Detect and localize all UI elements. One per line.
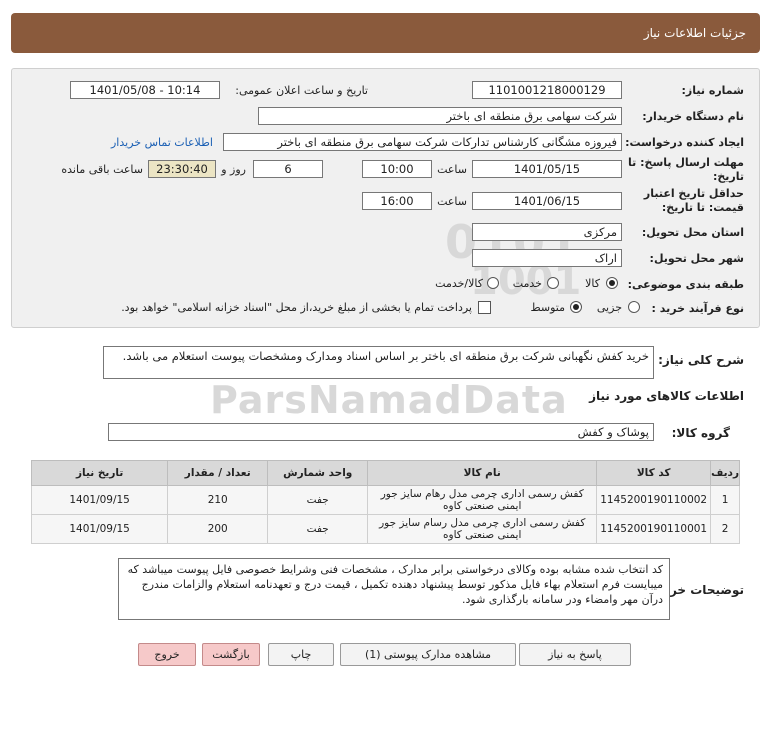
need-number-label: شماره نیاز: — [681, 84, 744, 97]
col-quantity: تعداد / مقدار — [167, 460, 269, 486]
treasury-note: پرداخت تمام یا بخشی از مبلغ خرید،از محل … — [121, 301, 472, 314]
category-radio-goods[interactable] — [606, 277, 618, 289]
col-code: کد کالا — [596, 460, 712, 486]
deadline-label: مهلت ارسال پاسخ: تا — [628, 156, 744, 169]
goods-table: ردیف کد کالا نام کالا واحد شمارش تعداد /… — [30, 460, 740, 544]
deadline-date-field[interactable]: 1401/05/15 — [472, 160, 622, 178]
buyer-contact-link[interactable]: اطلاعات تماس خریدار — [111, 136, 213, 149]
cell-need-date: 1401/09/15 — [30, 485, 169, 515]
requester-field[interactable]: فیروزه مشگانی کارشناس تدارکات شرکت سهامی… — [223, 133, 622, 151]
need-number-field[interactable]: 1101001218000129 — [472, 81, 622, 99]
validity-time-label: ساعت — [437, 195, 467, 208]
category-option-service: خدمت — [512, 277, 542, 290]
process-radio-medium[interactable] — [570, 301, 582, 313]
days-field[interactable]: 6 — [253, 160, 323, 178]
goods-section-title: اطلاعات کالاهای مورد نیاز — [589, 389, 744, 403]
validity-label-date: قیمت: تا تاریخ: — [661, 201, 744, 214]
validity-label: حداقل تاریخ اعتبار — [643, 187, 744, 200]
category-option-goods-service: کالا/خدمت — [435, 277, 483, 290]
buyer-notes-field[interactable]: کد انتخاب شده مشابه بوده وکالای درخواستی… — [118, 558, 670, 620]
buyer-org-label: نام دستگاه خریدار: — [642, 110, 744, 123]
days-label: روز و — [221, 163, 246, 176]
category-radio-goods-service[interactable] — [487, 277, 499, 289]
goods-group-label: گروه کالا: — [671, 426, 730, 440]
view-attachments-button[interactable]: مشاهده مدارک پیوستی (1) — [340, 643, 516, 666]
table-row: 1 1145200190110002 کفش رسمی اداری چرمی م… — [30, 485, 740, 515]
process-option-medium: متوسط — [530, 301, 565, 314]
process-radio-minor[interactable] — [628, 301, 640, 313]
col-need-date: تاریخ نیاز — [30, 460, 169, 486]
city-field[interactable]: اراک — [472, 249, 622, 267]
exit-button[interactable]: خروج — [138, 643, 196, 666]
cell-code: 1145200190110001 — [596, 514, 712, 544]
category-option-goods: کالا — [585, 277, 600, 290]
table-row: 2 1145200190110001 کفش رسمی اداری چرمی م… — [30, 514, 740, 544]
remaining-time-field: 23:30:40 — [148, 160, 216, 178]
province-field[interactable]: مرکزی — [472, 223, 622, 241]
goods-group-field[interactable]: پوشاک و کفش — [108, 423, 654, 441]
announce-label: تاریخ و ساعت اعلان عمومی: — [235, 84, 368, 97]
cell-need-date: 1401/09/15 — [30, 514, 169, 544]
process-label: نوع فرآیند خرید : — [651, 302, 744, 315]
city-label: شهر محل تحویل: — [649, 252, 744, 265]
page-header: جزئیات اطلاعات نیاز — [11, 13, 760, 53]
deadline-label-date: تاریخ: — [712, 170, 744, 183]
col-unit: واحد شمارش — [267, 460, 369, 486]
cell-row: 2 — [710, 514, 740, 544]
page-title: جزئیات اطلاعات نیاز — [643, 26, 746, 40]
col-name: نام کالا — [367, 460, 598, 486]
validity-time-field[interactable]: 16:00 — [362, 192, 432, 210]
description-field[interactable]: خرید کفش نگهبانی شرکت برق منطقه ای باختر… — [103, 346, 654, 379]
col-row: ردیف — [710, 460, 740, 486]
announce-field[interactable]: 1401/05/08 - 10:14 — [70, 81, 220, 99]
watermark-brand: ParsNamadData — [210, 378, 568, 422]
print-button[interactable]: چاپ — [268, 643, 334, 666]
deadline-time-field[interactable]: 10:00 — [362, 160, 432, 178]
process-option-minor: جزیی — [596, 301, 622, 314]
category-label: طبقه بندی موضوعی: — [627, 278, 744, 291]
cell-code: 1145200190110002 — [596, 485, 712, 515]
reply-button[interactable]: پاسخ به نیاز — [519, 643, 631, 666]
back-button[interactable]: بازگشت — [202, 643, 260, 666]
category-radio-service[interactable] — [547, 277, 559, 289]
description-label: شرح کلی نیاز: — [658, 353, 744, 367]
remaining-label: ساعت باقی مانده — [61, 163, 143, 176]
province-label: استان محل تحویل: — [641, 226, 744, 239]
goods-table-header: ردیف کد کالا نام کالا واحد شمارش تعداد /… — [30, 460, 740, 486]
treasury-checkbox[interactable] — [478, 301, 491, 314]
buyer-org-field[interactable]: شرکت سهامی برق منطقه ای باختر — [258, 107, 622, 125]
cell-unit: جفت — [267, 485, 369, 515]
validity-date-field[interactable]: 1401/06/15 — [472, 192, 622, 210]
cell-quantity: 210 — [167, 485, 269, 515]
cell-quantity: 200 — [167, 514, 269, 544]
cell-name: کفش رسمی اداری چرمی مدل رسام سایز جور ای… — [367, 514, 598, 544]
deadline-time-label: ساعت — [437, 163, 467, 176]
cell-row: 1 — [710, 485, 740, 515]
requester-label: ایجاد کننده درخواست: — [625, 136, 744, 149]
cell-unit: جفت — [267, 514, 369, 544]
cell-name: کفش رسمی اداری چرمی مدل رهام سایز جور ای… — [367, 485, 598, 515]
